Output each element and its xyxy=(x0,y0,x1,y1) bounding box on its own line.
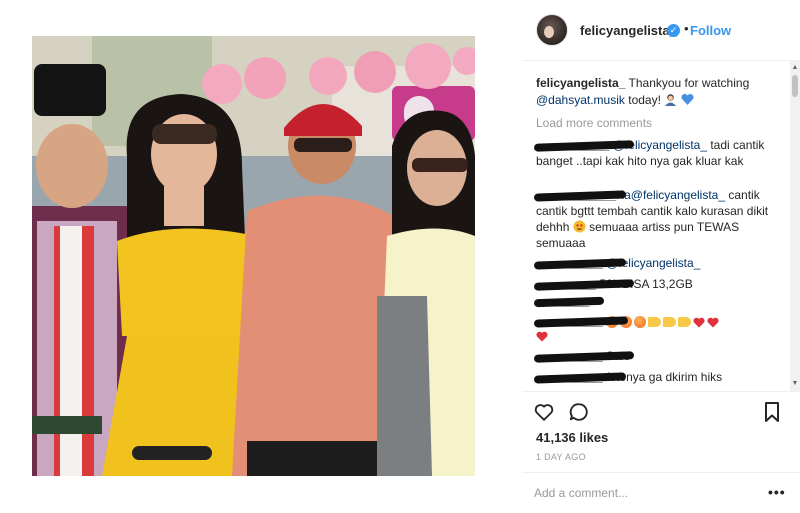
post-photo[interactable] xyxy=(32,36,475,476)
comment-username[interactable]: __________ xyxy=(533,313,629,329)
comment-item: __________ xyxy=(533,313,786,346)
comment-username[interactable]: ___________ xyxy=(533,137,635,153)
comments-list[interactable]: felicyangelista_ Thankyou for watching @… xyxy=(522,61,788,391)
more-options-icon[interactable]: ••• xyxy=(768,484,786,500)
group-photo-image xyxy=(32,36,475,476)
comment-bubble-icon[interactable] xyxy=(568,401,590,423)
separator-dot: • xyxy=(684,21,689,36)
caption-username[interactable]: felicyangelista_ xyxy=(536,76,625,90)
comment-username[interactable]: __________ xyxy=(533,348,635,364)
comment-item: __________ @felicyangelista_ xyxy=(533,255,786,271)
post-timestamp[interactable]: 1 DAY AGO xyxy=(536,452,586,462)
scroll-thumb[interactable] xyxy=(792,75,798,97)
comment-mention[interactable]: Ka@felicyangelista_ xyxy=(616,188,725,202)
comment-item: ________ xyxy=(533,293,786,309)
woman-emoji-icon xyxy=(665,94,677,106)
heart-eyes-emoji-icon xyxy=(573,220,586,233)
pointing-hand-emoji-icon xyxy=(678,317,692,327)
header-username[interactable]: felicyangelista_ xyxy=(580,23,677,38)
caption-mention[interactable]: @dahsyat.musik xyxy=(536,93,625,107)
comment-username[interactable]: __________ xyxy=(533,369,627,385)
likes-count[interactable]: 41,136 likes xyxy=(536,430,608,445)
caption-text: Thankyou for watching xyxy=(628,76,750,90)
avatar[interactable] xyxy=(536,14,568,46)
comment-username[interactable]: _________ xyxy=(533,276,635,292)
caption-tail: today! xyxy=(628,93,661,107)
add-comment-input[interactable] xyxy=(534,484,754,502)
scroll-up-icon[interactable]: ▲ xyxy=(790,63,800,73)
verified-icon: ✓ xyxy=(667,24,680,37)
action-bar xyxy=(522,392,800,432)
bookmark-icon[interactable] xyxy=(764,401,780,423)
load-more-comments[interactable]: Load more comments xyxy=(536,116,652,130)
comment-username[interactable]: ________ xyxy=(533,293,605,309)
comment-item: ___________ @felicyangelista_ tadi canti… xyxy=(533,137,786,169)
emoji-row-wrap xyxy=(536,330,786,346)
post-header: felicyangelista_ ✓ • Follow xyxy=(522,0,800,60)
comment-username[interactable]: ____________ xyxy=(533,187,627,203)
redaction-mark xyxy=(533,296,605,308)
scroll-down-icon[interactable]: ▼ xyxy=(790,379,800,389)
post-side-panel: felicyangelista_ ✓ • Follow felicyangeli… xyxy=(522,0,800,513)
like-heart-icon[interactable] xyxy=(533,401,555,423)
caption: felicyangelista_ Thankyou for watching @… xyxy=(536,75,786,109)
comment-item: ____________ Ka@felicyangelista_ cantik … xyxy=(533,187,786,251)
comments-scrollbar[interactable]: ▲ ▼ xyxy=(790,61,800,391)
comment-item: _________ 50k BISA 13,2GB xyxy=(533,276,786,292)
comment-item: __________ fotonya ga dkirim hiks xyxy=(533,369,786,385)
red-heart-emoji-icon xyxy=(693,317,705,327)
comment-username[interactable]: __________ xyxy=(533,255,627,271)
peach-emoji-icon xyxy=(634,316,647,328)
pointing-hand-emoji-icon xyxy=(663,317,677,327)
pointing-hand-emoji-icon xyxy=(648,317,662,327)
red-heart-emoji-icon xyxy=(707,317,719,327)
divider xyxy=(522,472,800,473)
comment-item: __________ Sale xyxy=(533,348,786,364)
blue-heart-icon xyxy=(681,93,694,105)
follow-button[interactable]: Follow xyxy=(690,23,731,38)
red-heart-emoji-icon xyxy=(536,331,548,342)
